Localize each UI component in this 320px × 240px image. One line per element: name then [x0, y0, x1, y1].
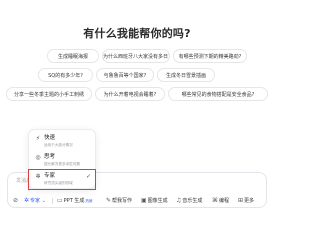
write-label: 帮我写作: [112, 198, 133, 204]
music-button[interactable]: ♫音乐生成: [176, 196, 202, 206]
code-button[interactable]: ⌘编程: [212, 196, 229, 206]
mode-option-desc: 擅长解决更多深层问题: [44, 162, 80, 166]
mode-menu: ⚡ 快速 适用于大部分情况 ◎ 思考 擅长解决更多深层问题 ✲ 专家 研究顶尖级…: [28, 129, 96, 189]
pen-icon: ✎: [106, 197, 112, 204]
more-label: 更多: [244, 198, 255, 204]
code-icon: ⌘: [212, 197, 218, 204]
expert-icon: ✲: [35, 173, 41, 180]
image-label: 图像生成: [147, 198, 168, 204]
music-icon: ♫: [176, 197, 182, 204]
suggestion-chip[interactable]: 为什么开着电视会睡着?: [95, 87, 165, 101]
suggestion-chip[interactable]: 哪些常见的食物搭配是安全食品?: [168, 87, 268, 101]
mode-option-expert[interactable]: ✲ 专家 研究顶尖级别领域 ✓: [33, 172, 93, 189]
suggestion-chip[interactable]: 生成冬日雪景插画: [157, 68, 215, 82]
ppt-label: PPT 生成: [63, 198, 85, 204]
mode-option-fast[interactable]: ⚡ 快速 适用于大部分情况: [33, 134, 93, 151]
input-toolbar: ⊘ ✲专家 ⌄ ▭PPT 生成热销 ✎帮我写作 ▣图像生成 ♫音乐生成 ⌘编程 …: [7, 196, 267, 206]
suggestion-chip[interactable]: 有哪些预测下期的精美路劲?: [173, 49, 247, 63]
suggestion-chip[interactable]: 为什么西班牙八大家没有多日?: [102, 49, 170, 63]
attach-icon: ⊘: [13, 197, 19, 204]
suggestion-row: 生成睡眠海报 为什么西班牙八大家没有多日? 有哪些预测下期的精美路劲?: [0, 49, 274, 64]
suggestion-chip[interactable]: 分享一些冬季主题的小手工刺绣: [6, 87, 92, 101]
toolbar-divider: [52, 198, 53, 204]
code-label: 编程: [219, 198, 230, 204]
suggestion-chip[interactable]: 生成睡眠海报: [47, 49, 99, 63]
image-button[interactable]: ▣图像生成: [141, 196, 168, 206]
page-title: 有什么我能帮你的吗?: [83, 27, 191, 40]
suggestion-row: 分享一些冬季主题的小手工刺绣 为什么开着电视会睡着? 哪些常见的食物搭配是安全食…: [0, 87, 274, 102]
expert-icon: ✲: [24, 197, 30, 204]
ppt-tag: 热销: [85, 199, 93, 203]
suggestion-chip[interactable]: 与鲁鲁百等个国家?: [96, 68, 154, 82]
mode-option-desc: 适用于大部分情况: [44, 143, 73, 147]
chevron-down-icon: ⌄: [40, 198, 46, 204]
more-button[interactable]: ⊞更多: [238, 196, 254, 206]
expert-mode-button[interactable]: ✲专家 ⌄: [24, 196, 46, 206]
grid-icon: ⊞: [238, 197, 244, 204]
check-icon: ✓: [85, 173, 91, 180]
suggestion-chip[interactable]: SQ的有多少年?: [38, 68, 93, 82]
lightning-icon: ⚡: [35, 135, 41, 142]
image-icon: ▣: [141, 197, 147, 204]
mode-option-desc: 研究顶尖级别领域: [44, 181, 73, 185]
music-label: 音乐生成: [182, 198, 203, 204]
write-button[interactable]: ✎帮我写作: [106, 196, 132, 206]
mode-option-think[interactable]: ◎ 思考 擅长解决更多深层问题: [33, 153, 93, 170]
expert-mode-label: 专家: [30, 198, 41, 204]
ppt-button[interactable]: ▭PPT 生成热销: [57, 196, 92, 206]
ppt-icon: ▭: [57, 197, 63, 204]
thinking-icon: ◎: [35, 154, 41, 161]
suggestion-row: SQ的有多少年? 与鲁鲁百等个国家? 生成冬日雪景插画: [0, 68, 274, 83]
attach-button[interactable]: ⊘: [13, 196, 19, 206]
